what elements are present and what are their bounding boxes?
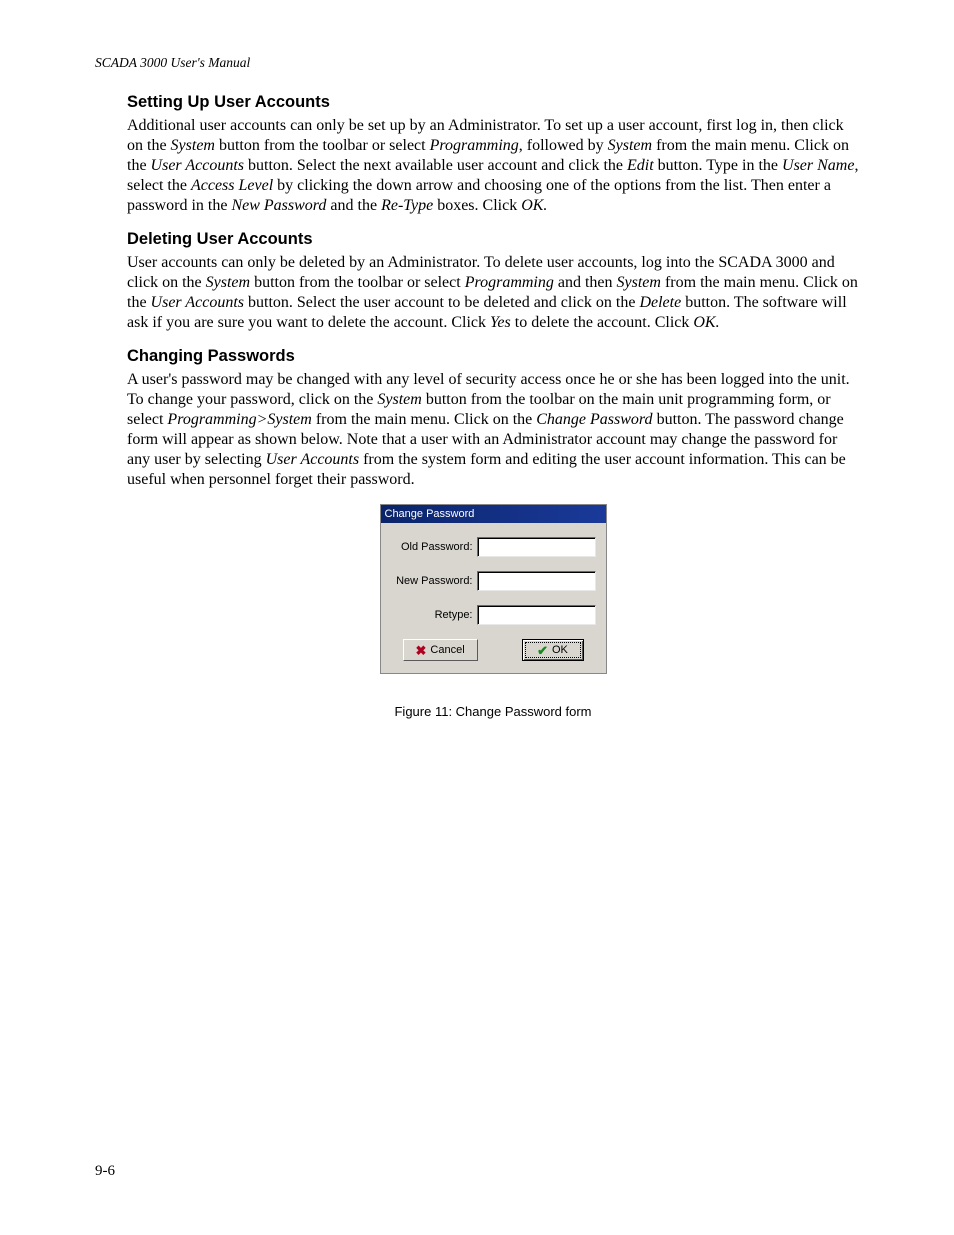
new-password-input[interactable] (477, 571, 596, 591)
paragraph-setting-up: Additional user accounts can only be set… (127, 116, 859, 216)
paragraph-deleting: User accounts can only be deleted by an … (127, 253, 859, 333)
old-password-input[interactable] (477, 537, 596, 557)
cancel-button-label: Cancel (430, 644, 464, 656)
paragraph-changing-passwords: A user's password may be changed with an… (127, 370, 859, 490)
retype-input[interactable] (477, 605, 596, 625)
heading-setting-up: Setting Up User Accounts (127, 93, 859, 112)
new-password-label: New Password: (391, 575, 477, 587)
ok-button[interactable]: ✔ OK (522, 639, 584, 661)
cancel-icon: ✖ (416, 645, 427, 656)
heading-deleting: Deleting User Accounts (127, 230, 859, 249)
old-password-label: Old Password: (391, 541, 477, 553)
figure-caption: Figure 11: Change Password form (394, 704, 591, 719)
cancel-button[interactable]: ✖ Cancel (403, 639, 478, 661)
heading-changing-passwords: Changing Passwords (127, 347, 859, 366)
change-password-dialog: Change Password Old Password: New Passwo… (380, 504, 607, 674)
ok-button-label: OK (552, 644, 568, 656)
dialog-titlebar: Change Password (381, 505, 606, 523)
page-number: 9-6 (95, 1163, 115, 1180)
running-header: SCADA 3000 User's Manual (95, 55, 859, 71)
retype-label: Retype: (391, 609, 477, 621)
ok-icon: ✔ (537, 645, 548, 656)
